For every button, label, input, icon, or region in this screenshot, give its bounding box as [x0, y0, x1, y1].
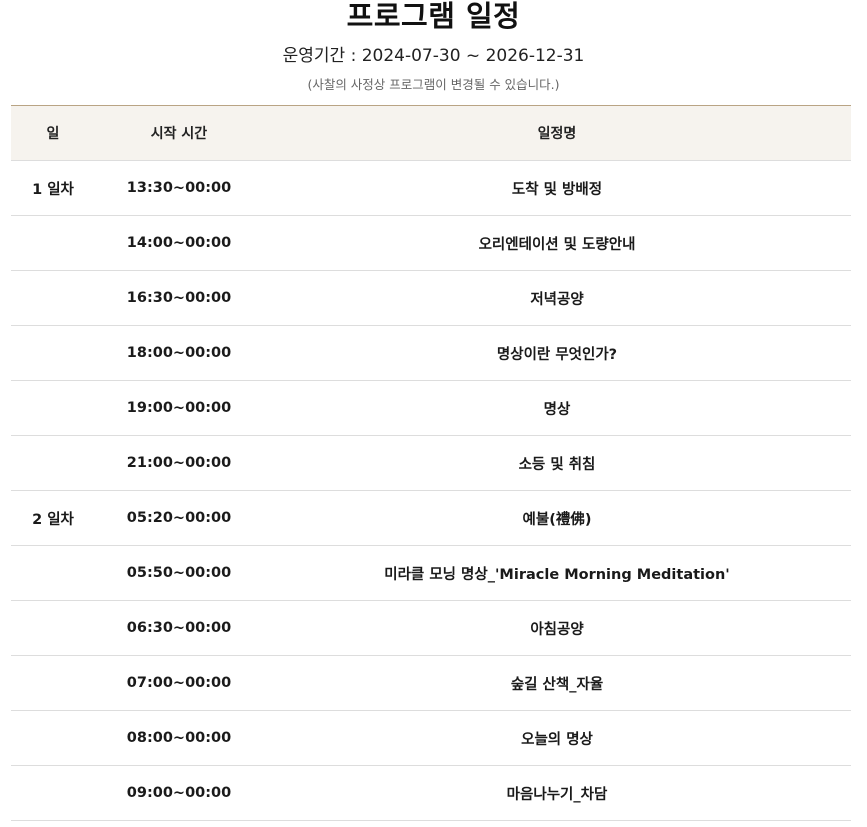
operation-period: 운영기간 : 2024-07-30 ~ 2026-12-31 [282, 46, 585, 66]
table-row: 09:00~00:00 마음나누기_차담 [11, 766, 851, 821]
program-schedule-page: 프로그램 일정 운영기간 : 2024-07-30 ~ 2026-12-31 (… [0, 0, 867, 827]
row-start-time: 05:20~00:00 [126, 510, 232, 526]
table-header-row: 일 시작 시간 일정명 [11, 106, 851, 161]
table-row: 05:50~00:00 미라클 모닝 명상_'Miracle Morning M… [11, 546, 851, 601]
row-day: 2 일차 [32, 511, 74, 528]
table-row: 21:00~00:00 소등 및 취침 [11, 436, 851, 491]
row-start-time: 14:00~00:00 [126, 235, 232, 251]
table-row: 2 일차 05:20~00:00 예불(禮佛) [11, 491, 851, 546]
table-row: 07:00~00:00 숲길 산책_자율 [11, 656, 851, 711]
row-start-time: 18:00~00:00 [126, 345, 232, 361]
row-start-time: 21:00~00:00 [126, 455, 232, 471]
page-title: 프로그램 일정 [346, 0, 521, 33]
row-start-time: 09:00~00:00 [126, 785, 232, 801]
row-schedule-name: 도착 및 방배정 [511, 181, 603, 198]
table-row: 18:00~00:00 명상이란 무엇인가? [11, 326, 851, 381]
row-schedule-name: 명상이란 무엇인가? [496, 346, 618, 363]
table-row: 14:00~00:00 오리엔테이션 및 도량안내 [11, 216, 851, 271]
row-start-time: 08:00~00:00 [126, 730, 232, 746]
header-day: 일 [46, 126, 60, 142]
table-row: 16:30~00:00 저녁공양 [11, 271, 851, 326]
row-schedule-name: 아침공양 [530, 621, 584, 638]
row-start-time: 06:30~00:00 [126, 620, 232, 636]
row-schedule-name: 마음나누기_차담 [506, 786, 608, 803]
row-schedule-name: 오늘의 명상 [521, 731, 593, 748]
header-schedule-name: 일정명 [537, 126, 577, 142]
row-start-time: 16:30~00:00 [126, 290, 232, 306]
change-notice: (사찰의 사정상 프로그램이 변경될 수 있습니다.) [307, 77, 560, 92]
row-day: 1 일차 [32, 181, 74, 198]
row-schedule-name: 명상 [543, 401, 571, 418]
row-start-time: 19:00~00:00 [126, 400, 232, 416]
table-row: 08:00~00:00 오늘의 명상 [11, 711, 851, 766]
schedule-table: 일 시작 시간 일정명 1 일차 13:30~00:00 도착 및 방배정 14… [11, 105, 851, 821]
row-schedule-name: 저녁공양 [530, 291, 584, 308]
table-row: 06:30~00:00 아침공양 [11, 601, 851, 656]
row-schedule-name: 오리엔테이션 및 도량안내 [478, 236, 636, 253]
row-start-time: 05:50~00:00 [126, 565, 232, 581]
table-row: 19:00~00:00 명상 [11, 381, 851, 436]
row-start-time: 13:30~00:00 [126, 180, 232, 196]
row-schedule-name: 숲길 산책_자율 [510, 676, 604, 693]
row-start-time: 07:00~00:00 [126, 675, 232, 691]
table-row: 1 일차 13:30~00:00 도착 및 방배정 [11, 161, 851, 216]
row-schedule-name: 예불(禮佛) [522, 511, 592, 528]
row-schedule-name: 소등 및 취침 [518, 456, 596, 473]
row-schedule-name: 미라클 모닝 명상_'Miracle Morning Meditation' [384, 566, 730, 583]
header-start-time: 시작 시간 [150, 126, 208, 142]
